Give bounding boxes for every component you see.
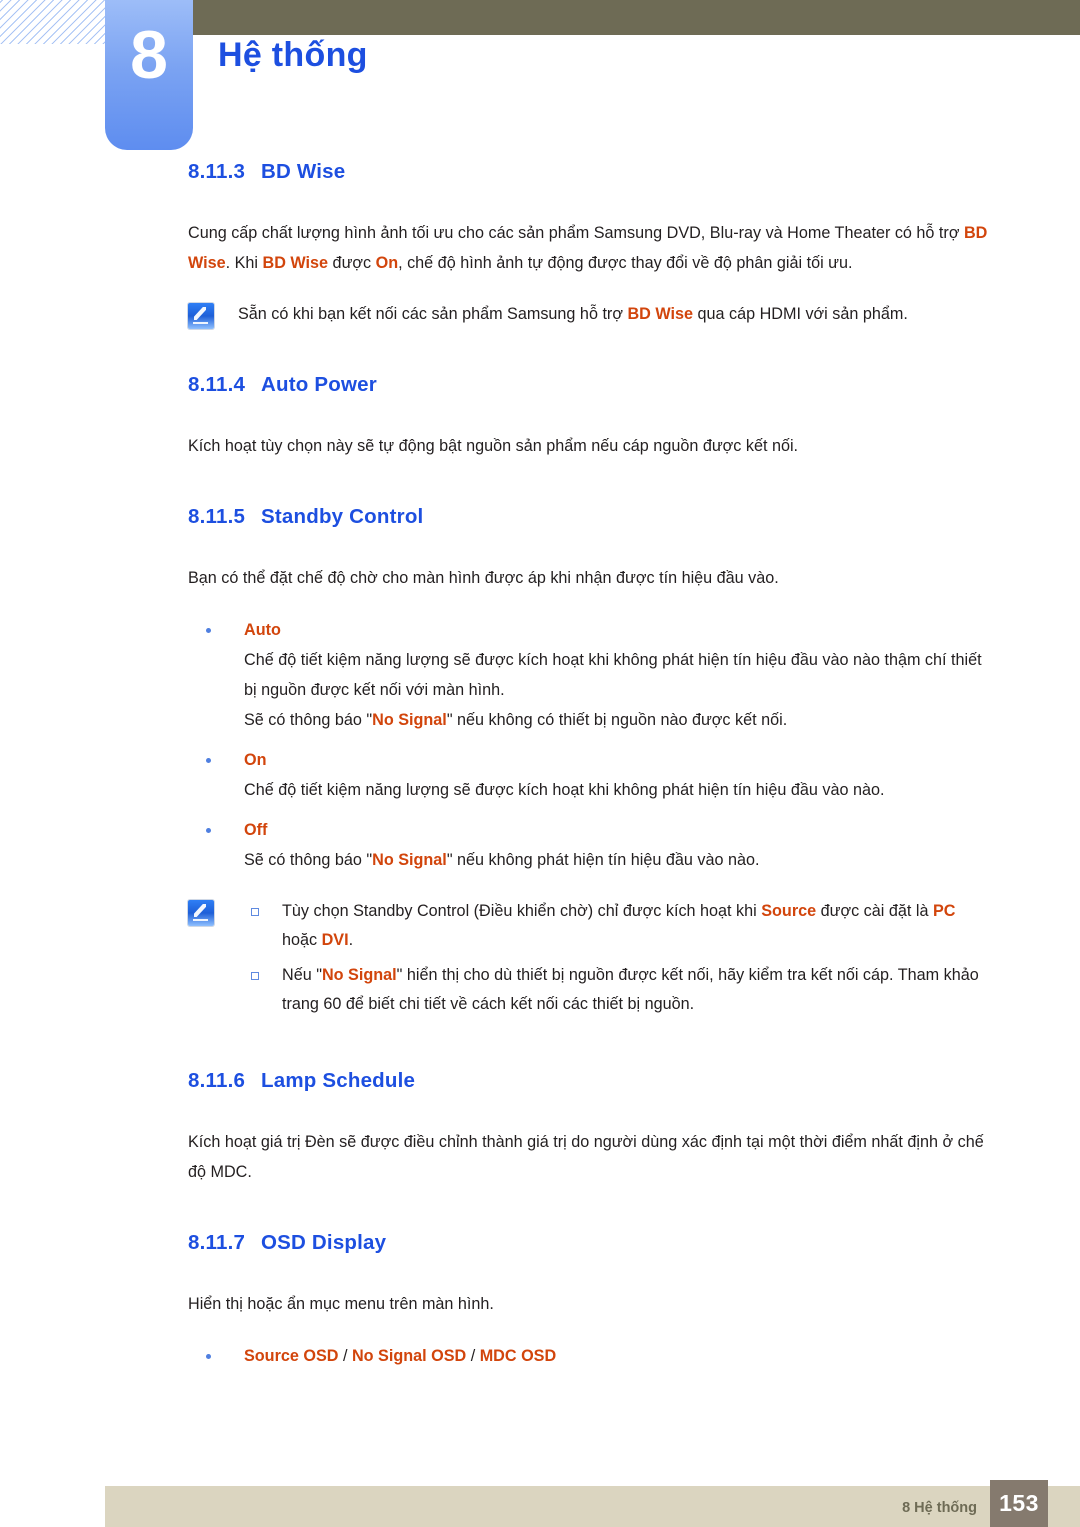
inline-text: . <box>348 931 354 949</box>
inline-highlight: No Signal <box>321 966 397 984</box>
inline-text: được cài đặt là <box>816 902 933 920</box>
note-sub-item: Tùy chọn Standby Control (Điều khiển chờ… <box>238 897 994 955</box>
hatch-decoration <box>0 0 112 44</box>
standby-option-name: Auto <box>244 621 281 639</box>
standby-option-description: Chế độ tiết kiệm năng lượng sẽ được kích… <box>244 651 982 699</box>
inline-highlight: Source <box>761 902 817 920</box>
standby-option-label: Auto <box>188 615 994 645</box>
osd-bullet-item: Source OSD / No Signal OSD / MDC OSD <box>188 1341 994 1371</box>
section-heading-standby-control: 8.11.5 Standby Control <box>188 505 994 529</box>
page-number: 153 <box>999 1490 1039 1516</box>
osd-separator: / <box>466 1347 480 1365</box>
note-text-part: qua cáp HDMI với sản phẩm. <box>692 305 908 323</box>
page-header: 8 Hệ thống <box>0 0 1080 160</box>
section-heading-auto-power: 8.11.4 Auto Power <box>188 373 994 397</box>
note-sub-list: Tùy chọn Standby Control (Điều khiển chờ… <box>238 897 994 1019</box>
page-content: 8.11.3 BD Wise Cung cấp chất lượng hình ả… <box>0 160 1080 1371</box>
bullet-square-icon <box>251 972 259 980</box>
inline-text: Tùy chọn Standby Control (Điều khiển chờ… <box>282 902 762 920</box>
section-title: Lamp Schedule <box>261 1069 416 1092</box>
standby-option-name: On <box>244 751 267 769</box>
inline-highlight: PC <box>932 902 956 920</box>
inline-text: Sẽ có thông báo " <box>244 851 373 869</box>
section-number: 8.11.4 <box>188 373 246 396</box>
section-number: 8.11.6 <box>188 1069 246 1092</box>
section-paragraph-bd-wise: Cung cấp chất lượng hình ảnh tối ưu cho … <box>188 218 994 278</box>
note-sub-item: Nếu "No Signal" hiển thị cho dù thiết bị… <box>238 961 994 1019</box>
inline-highlight: No Signal <box>372 851 447 869</box>
page-number-box: 153 <box>990 1480 1048 1527</box>
section-paragraph-osd-display: Hiển thị hoặc ẩn mục menu trên màn hình. <box>188 1295 494 1313</box>
section-title: Auto Power <box>261 373 377 396</box>
standby-option-name: Off <box>244 821 268 839</box>
standby-option-description: Sẽ có thông báo "No Signal" nếu không có… <box>188 705 994 735</box>
bullet-dot-icon <box>206 1354 211 1359</box>
standby-option-label: On <box>188 745 994 775</box>
chapter-title: Hệ thống <box>218 36 368 74</box>
osd-bullet-block: Source OSD / No Signal OSD / MDC OSD <box>0 1341 1080 1371</box>
inline-text: " nếu không phát hiện tín hiệu đầu vào n… <box>446 851 760 869</box>
inline-highlight: On <box>375 254 399 272</box>
inline-highlight: BD Wise <box>262 254 329 272</box>
note-pen-icon <box>188 900 214 926</box>
section-number: 8.11.7 <box>188 1231 246 1254</box>
osd-part-mdc: MDC OSD <box>479 1347 557 1365</box>
note-box-standby: Tùy chọn Standby Control (Điều khiển chờ… <box>0 897 1080 1025</box>
note-body: Sẵn có khi bạn kết nối các sản phẩm Sams… <box>214 300 994 329</box>
section-heading-osd-display: 8.11.7 OSD Display <box>188 1231 994 1255</box>
osd-part-source: Source OSD <box>244 1347 339 1365</box>
bullet-dot-icon <box>206 758 211 763</box>
section-lamp-schedule: 8.11.6 Lamp Schedule Kích hoạt giá trị Đè… <box>0 1069 1080 1187</box>
section-title: Standby Control <box>261 505 424 528</box>
inline-text: Sẽ có thông báo " <box>244 711 373 729</box>
section-paragraph-auto-power: Kích hoạt tùy chọn này sẽ tự động bật ng… <box>188 437 799 455</box>
header-olive-bar <box>193 0 1080 35</box>
note-text-part: Sẵn có khi bạn kết nối các sản phẩm Sams… <box>238 305 628 323</box>
section-title: OSD Display <box>261 1231 387 1254</box>
section-title: BD Wise <box>261 160 346 183</box>
osd-part-nosignal: No Signal OSD <box>351 1347 467 1365</box>
page-footer: 8 Hệ thống 153 <box>0 1480 1080 1527</box>
osd-separator: / <box>338 1347 352 1365</box>
footer-chapter-label: 8 Hệ thống <box>902 1500 977 1516</box>
section-paragraph-standby-control: Bạn có thể đặt chế độ chờ cho màn hình đ… <box>188 569 779 587</box>
inline-highlight: No Signal <box>372 711 447 729</box>
bullet-square-icon <box>251 908 259 916</box>
note-pen-icon <box>188 303 214 329</box>
inline-text: , chế độ hình ảnh tự động được thay đổi … <box>398 254 853 272</box>
section-heading-bd-wise: 8.11.3 BD Wise <box>188 160 994 184</box>
section-number: 8.11.5 <box>188 505 246 528</box>
inline-text: " nếu không có thiết bị nguồn nào được k… <box>446 711 788 729</box>
note-box-bd-wise: Sẵn có khi bạn kết nối các sản phẩm Sams… <box>0 300 1080 329</box>
standby-options-list: Auto Chế độ tiết kiệm năng lượng sẽ được … <box>0 615 1080 875</box>
section-osd-display: 8.11.7 OSD Display Hiển thị hoặc ẩn mục m… <box>0 1231 1080 1319</box>
inline-text: hoặc <box>282 931 322 949</box>
section-number: 8.11.3 <box>188 160 246 183</box>
note-body: Tùy chọn Standby Control (Điều khiển chờ… <box>214 897 994 1025</box>
inline-text: Nếu " <box>282 966 322 984</box>
bullet-dot-icon <box>206 828 211 833</box>
section-standby-control: 8.11.5 Standby Control Bạn có thể đặt chế… <box>0 505 1080 593</box>
inline-highlight: BD Wise <box>627 305 693 323</box>
standby-option-description: Sẽ có thông báo "No Signal" nếu không ph… <box>188 845 994 875</box>
inline-text: . Khi <box>225 254 263 272</box>
standby-option-label: Off <box>188 815 994 845</box>
section-auto-power: 8.11.4 Auto Power Kích hoạt tùy chọn này … <box>0 373 1080 461</box>
section-paragraph-lamp-schedule: Kích hoạt giá trị Đèn sẽ được điều chỉnh… <box>188 1133 984 1181</box>
section-bd-wise: 8.11.3 BD Wise Cung cấp chất lượng hình ả… <box>0 160 1080 278</box>
inline-highlight: DVI <box>321 931 349 949</box>
standby-option-description: Chế độ tiết kiệm năng lượng sẽ được kích… <box>244 781 885 799</box>
inline-text: được <box>328 254 376 272</box>
bullet-dot-icon <box>206 628 211 633</box>
note-text: Sẵn có khi bạn kết nối các sản phẩm Sams… <box>238 300 994 329</box>
section-heading-lamp-schedule: 8.11.6 Lamp Schedule <box>188 1069 994 1093</box>
chapter-number: 8 <box>130 17 168 93</box>
inline-text: Cung cấp chất lượng hình ảnh tối ưu cho … <box>188 224 964 242</box>
